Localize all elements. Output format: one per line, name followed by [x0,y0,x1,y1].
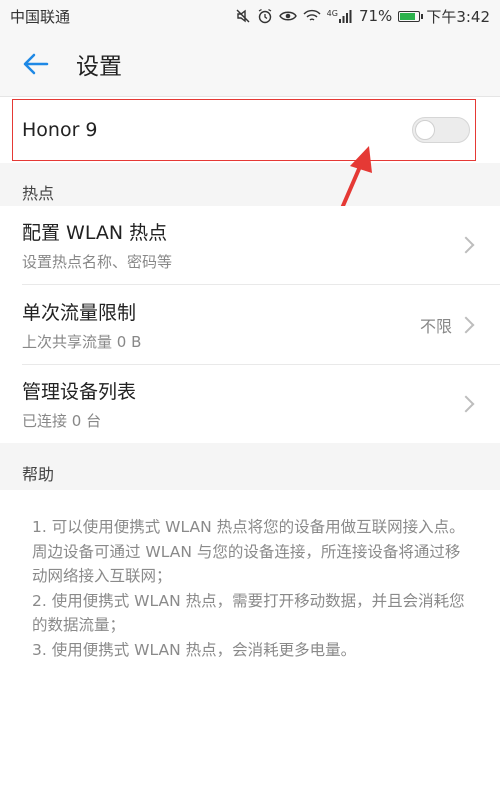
list-item-title: 配置 WLAN 热点 [22,222,168,244]
carrier-label: 中国联通 [10,7,71,26]
list-item-title: 管理设备列表 [22,381,137,403]
section-label-hotspot: 热点 [22,184,55,203]
section-label-help: 帮助 [22,465,55,484]
status-bar: 中国联通 4G 71% 下午3:42 [0,0,500,32]
list-item-data-limit[interactable]: 单次流量限制 上次共享流量 0 B 不限 [0,285,500,364]
list-item-value: 不限 [419,316,452,336]
alarm-icon [257,8,273,24]
battery-percent: 71% [358,7,393,25]
list-item-manage-devices[interactable]: 管理设备列表 已连接 0 台 [0,365,500,443]
battery-icon [398,10,424,22]
eye-comfort-icon [278,9,297,23]
back-arrow-icon [23,53,49,75]
wifi-hotspot-icon [303,9,321,23]
back-button[interactable] [0,32,70,96]
status-icons: 4G 71% 下午3:42 [235,6,490,27]
signal-icon: 4G [327,9,353,23]
list-item-configure-hotspot[interactable]: 配置 WLAN 热点 设置热点名称、密码等 [0,206,500,284]
hotspot-switch[interactable] [412,117,470,143]
list-item-subtitle: 已连接 0 台 [22,412,102,430]
help-text: 1. 可以使用便携式 WLAN 热点将您的设备用做互联网接入点。周边设备可通过 … [32,518,465,659]
page-title: 设置 [76,54,122,80]
app-bar: 设置 [0,32,500,96]
list-item-subtitle: 设置热点名称、密码等 [22,253,173,271]
switch-knob [415,120,435,140]
network-type-label: 4G [326,9,338,18]
help-card: 1. 可以使用便携式 WLAN 热点将您的设备用做互联网接入点。周边设备可通过 … [0,490,500,800]
mute-icon [235,8,251,24]
clock-time: 下午3:42 [426,7,490,26]
